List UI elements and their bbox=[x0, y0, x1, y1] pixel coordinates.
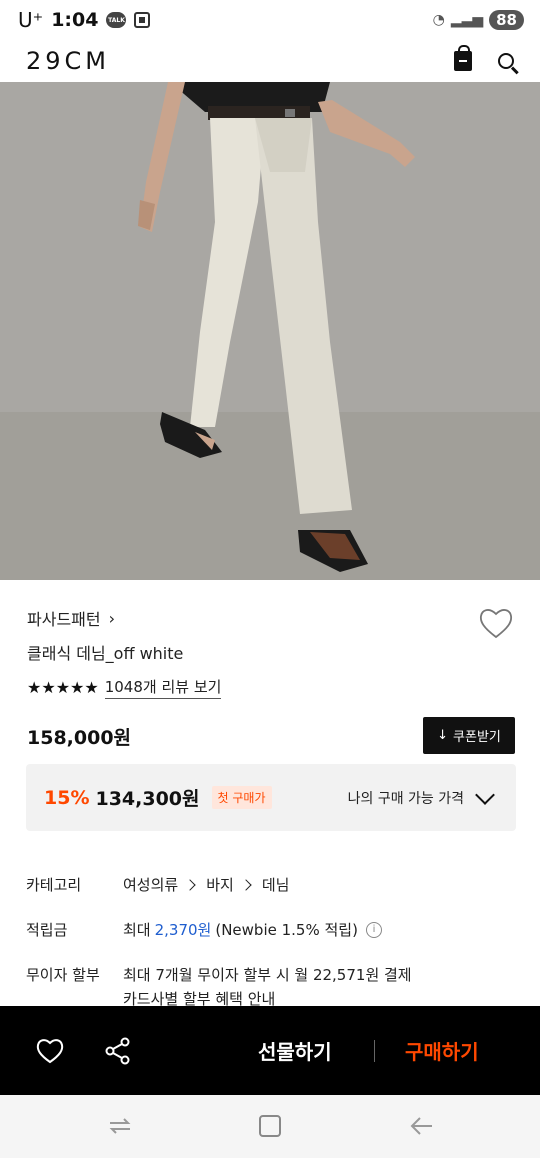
points-label: 적립금 bbox=[26, 921, 68, 939]
category-level-3[interactable]: 데님 bbox=[262, 874, 290, 895]
shopping-bag-icon[interactable] bbox=[454, 45, 472, 71]
category-row: 카테고리 여성의류 바지 데님 bbox=[26, 874, 289, 895]
search-icon[interactable] bbox=[498, 53, 514, 69]
signal-icon: ▂▃▅ bbox=[450, 12, 484, 28]
info-icon[interactable]: i bbox=[365, 921, 382, 938]
home-icon[interactable] bbox=[259, 1115, 281, 1137]
buy-button[interactable]: 구매하기 bbox=[405, 1036, 479, 1065]
wifi-icon: ◔ bbox=[432, 12, 445, 28]
screenshot-icon bbox=[134, 12, 151, 28]
battery-badge: 88 bbox=[489, 10, 524, 30]
first-purchase-badge: 첫 구매가 bbox=[211, 786, 272, 809]
product-image[interactable] bbox=[0, 82, 540, 580]
bottom-action-bar: 선물하기 구매하기 bbox=[0, 1006, 540, 1095]
carrier-label: U⁺ bbox=[18, 8, 44, 32]
review-link[interactable]: 1048개 리뷰 보기 bbox=[104, 676, 222, 699]
category-level-2[interactable]: 바지 bbox=[206, 874, 234, 895]
rating-stars: ★★★★★ bbox=[27, 678, 99, 697]
discount-price: 134,300원 bbox=[95, 788, 200, 810]
points-row: 적립금 최대 2,370원 (Newbie 1.5% 적립) i bbox=[26, 919, 382, 940]
installment-label: 무이자 할부 bbox=[26, 966, 100, 984]
status-bar: U⁺ 1:04 TALK ◔ ▂▃▅ 88 bbox=[0, 0, 540, 40]
system-navigation-bar bbox=[0, 1095, 540, 1158]
product-name: 클래식 데님_off white bbox=[27, 644, 184, 663]
rating-row: ★★★★★ 1048개 리뷰 보기 bbox=[27, 676, 222, 699]
recents-icon[interactable] bbox=[108, 1117, 132, 1135]
coupon-button[interactable]: ↓ 쿠폰받기 bbox=[423, 717, 515, 754]
divider bbox=[374, 1040, 375, 1062]
category-level-1[interactable]: 여성의류 bbox=[123, 874, 178, 895]
points-suffix: (Newbie 1.5% 적립) bbox=[215, 921, 358, 939]
product-photo bbox=[0, 82, 540, 580]
installment-row: 무이자 할부 최대 7개월 무이자 할부 시 월 22,571원 결제 bbox=[26, 964, 412, 985]
share-icon[interactable] bbox=[104, 1037, 132, 1065]
chevron-right-icon bbox=[184, 878, 196, 891]
discount-price-panel[interactable]: 15% 134,300원 첫 구매가 나의 구매 가능 가격 bbox=[26, 764, 516, 831]
clock: 1:04 bbox=[51, 9, 99, 31]
coupon-button-label: 쿠폰받기 bbox=[453, 730, 501, 745]
chevron-down-icon[interactable] bbox=[475, 785, 495, 805]
category-label: 카테고리 bbox=[26, 876, 82, 894]
app-header: 29CM bbox=[0, 40, 540, 82]
installment-text: 최대 7개월 무이자 할부 시 월 22,571원 결제 bbox=[123, 966, 412, 984]
heart-icon[interactable] bbox=[35, 1037, 65, 1065]
gift-button[interactable]: 선물하기 bbox=[258, 1036, 332, 1065]
chevron-right-icon: › bbox=[108, 608, 116, 628]
wishlist-heart-icon[interactable] bbox=[478, 606, 514, 640]
logo[interactable]: 29CM bbox=[26, 47, 110, 75]
download-icon: ↓ bbox=[437, 728, 449, 743]
product-price: 158,000원 bbox=[27, 727, 132, 749]
my-price-label: 나의 구매 가능 가격 bbox=[347, 790, 464, 807]
points-amount: 2,370원 bbox=[154, 921, 212, 939]
brand-link[interactable]: 파사드패턴 › bbox=[27, 606, 115, 630]
discount-rate: 15% bbox=[44, 786, 90, 809]
points-prefix: 최대 bbox=[123, 921, 151, 939]
kakaotalk-icon: TALK bbox=[106, 12, 127, 28]
chevron-right-icon bbox=[240, 878, 252, 891]
brand-name: 파사드패턴 bbox=[27, 610, 101, 629]
back-icon[interactable] bbox=[410, 1115, 434, 1137]
